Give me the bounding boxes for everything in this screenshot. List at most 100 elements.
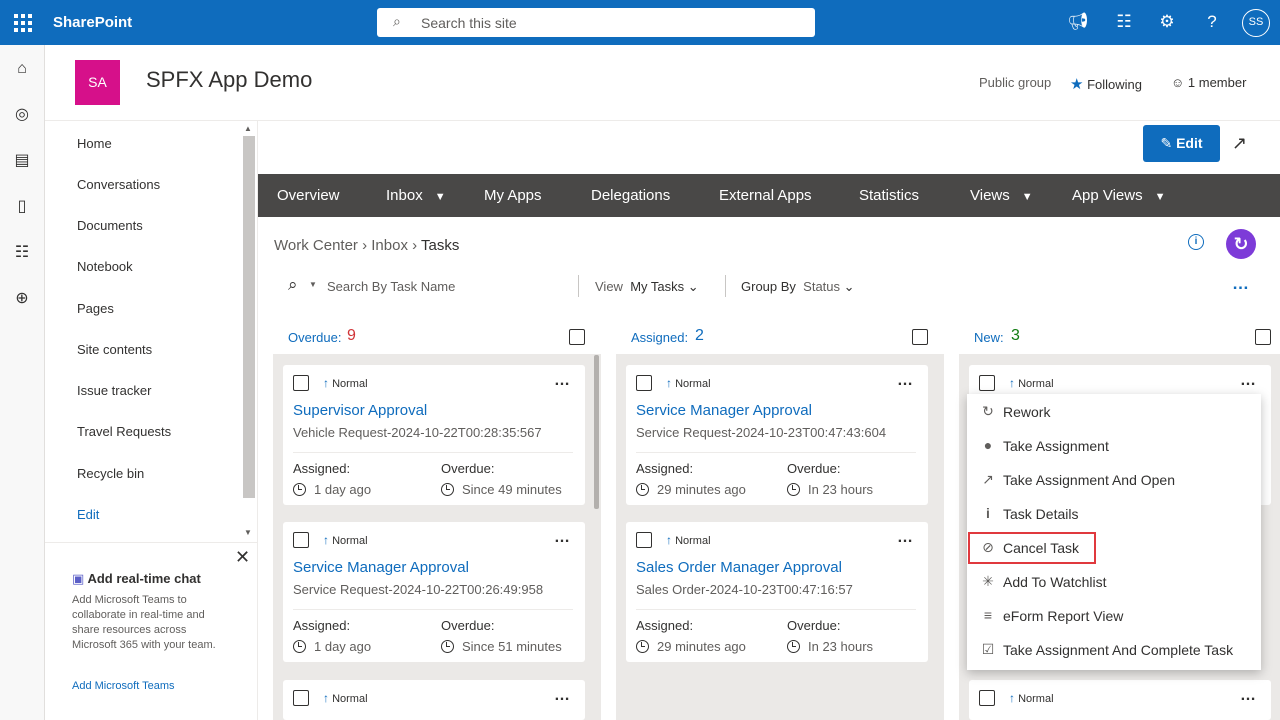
add-teams-link[interactable]: Add Microsoft Teams	[72, 680, 175, 692]
user-avatar[interactable]: SS	[1242, 9, 1270, 37]
overdue-value: In 23 hours	[808, 482, 874, 497]
task-title[interactable]: Service Manager Approval	[293, 559, 469, 576]
task-checkbox[interactable]	[293, 690, 309, 706]
scroll-up-arrow[interactable]: ▲	[244, 124, 252, 133]
task-search-input[interactable]: Search By Task Name	[327, 279, 455, 294]
site-title[interactable]: SPFX App Demo	[146, 67, 312, 93]
menu-delegations[interactable]: Delegations	[591, 187, 670, 204]
refresh-icon: ↻	[982, 403, 994, 419]
nav-item-site-contents[interactable]: Site contents	[77, 342, 152, 357]
view-dropdown[interactable]: View My Tasks ⌄	[595, 279, 699, 295]
members-button[interactable]: ☺ 1 member	[1171, 75, 1246, 90]
task-card[interactable]: ↑ Normal … Service Manager Approval Serv…	[626, 365, 928, 505]
complete-icon: ☑	[981, 641, 995, 657]
nav-item-pages[interactable]: Pages	[77, 301, 114, 316]
task-card[interactable]: ↑ Normal … Sales Order Manager Approval …	[626, 522, 928, 662]
select-all-checkbox[interactable]	[569, 329, 585, 345]
info-icon[interactable]: i	[1188, 234, 1204, 250]
follow-label: Following	[1087, 77, 1142, 92]
task-title[interactable]: Supervisor Approval	[293, 402, 427, 419]
card-more-icon[interactable]: …	[554, 529, 571, 547]
sharepoint-brand[interactable]: SharePoint	[53, 14, 132, 31]
nav-scrollbar[interactable]	[243, 136, 255, 498]
follow-button[interactable]: ★ Following	[1070, 75, 1142, 93]
globe-icon[interactable]: ◎	[12, 105, 32, 125]
document-icon[interactable]: ▯	[12, 197, 32, 217]
card-more-icon[interactable]: …	[897, 372, 914, 390]
menu-statistics[interactable]: Statistics	[859, 187, 919, 204]
task-card[interactable]: ↑ Normal … Service Manager Approval Serv…	[283, 522, 585, 662]
menu-item-cancel-task[interactable]: ⊘ Cancel Task	[967, 531, 1261, 565]
edit-page-button[interactable]: ✎ Edit	[1143, 125, 1220, 162]
app-launcher-icon[interactable]	[14, 14, 32, 32]
menu-external-apps[interactable]: External Apps	[719, 187, 812, 204]
task-card[interactable]: ↑ Normal … Supervisor Approval Vehicle R…	[283, 365, 585, 505]
card-more-icon[interactable]: …	[1240, 372, 1257, 390]
breadcrumb-inbox[interactable]: Inbox	[371, 237, 408, 254]
select-all-checkbox[interactable]	[1255, 329, 1271, 345]
card-more-icon[interactable]: …	[1240, 687, 1257, 705]
site-logo[interactable]: SA	[75, 60, 120, 105]
menu-item-take-assignment[interactable]: ● Take Assignment	[967, 429, 1261, 463]
scroll-down-arrow[interactable]: ▼	[244, 528, 252, 537]
task-checkbox[interactable]	[979, 690, 995, 706]
task-checkbox[interactable]	[979, 375, 995, 391]
card-more-icon[interactable]: …	[554, 687, 571, 705]
info-icon: i	[986, 505, 990, 521]
task-title[interactable]: Service Manager Approval	[636, 402, 812, 419]
more-options-icon[interactable]: …	[1232, 274, 1249, 294]
create-plus-icon[interactable]: ⊕	[12, 289, 32, 309]
priority-badge: ↑ Normal	[323, 533, 368, 547]
assigned-time: 1 day ago	[293, 482, 371, 497]
menu-item-rework[interactable]: ↻ Rework	[967, 395, 1261, 429]
toolbar-divider	[725, 275, 726, 297]
overdue-time: In 23 hours	[787, 639, 873, 654]
nav-edit-link[interactable]: Edit	[77, 507, 99, 522]
menu-views[interactable]: Views ▼	[970, 187, 1033, 204]
menu-item-task-details[interactable]: i Task Details	[967, 497, 1261, 531]
column-scrollbar[interactable]	[594, 355, 599, 509]
task-title[interactable]: Sales Order Manager Approval	[636, 559, 842, 576]
task-card[interactable]: ↑ Normal …	[969, 680, 1271, 720]
menu-my-apps[interactable]: My Apps	[484, 187, 542, 204]
help-icon[interactable]: ?	[1200, 10, 1224, 34]
nav-item-conversations[interactable]: Conversations	[77, 177, 160, 192]
menu-item-eform-report-view[interactable]: ≡ eForm Report View	[967, 599, 1261, 633]
settings-gear-icon[interactable]: ⚙	[1155, 10, 1179, 34]
menu-item-take-assignment-and-open[interactable]: ↗ Take Assignment And Open	[967, 463, 1261, 497]
search-chevron-icon[interactable]: ▼	[309, 280, 317, 289]
nav-item-notebook[interactable]: Notebook	[77, 259, 133, 274]
nav-item-documents[interactable]: Documents	[77, 218, 143, 233]
group-by-dropdown[interactable]: Group By Status ⌄	[741, 279, 855, 295]
menu-overview[interactable]: Overview	[277, 187, 340, 204]
card-more-icon[interactable]: …	[897, 529, 914, 547]
nav-item-recycle-bin[interactable]: Recycle bin	[77, 466, 144, 481]
news-icon[interactable]: ▤	[12, 151, 32, 171]
refresh-icon[interactable]: ↻	[1226, 229, 1256, 259]
task-checkbox[interactable]	[293, 375, 309, 391]
select-all-checkbox[interactable]	[912, 329, 928, 345]
priority-badge: ↑ Normal	[666, 376, 711, 390]
nav-item-issue-tracker[interactable]: Issue tracker	[77, 383, 151, 398]
menu-app-views[interactable]: App Views ▼	[1072, 187, 1166, 204]
share-network-icon[interactable]: ☷	[1112, 10, 1136, 34]
nav-item-home[interactable]: Home	[77, 136, 112, 151]
menu-inbox[interactable]: Inbox ▼	[386, 187, 446, 204]
breadcrumb-work-center[interactable]: Work Center	[274, 237, 358, 254]
task-card[interactable]: ↑ Normal …	[283, 680, 585, 720]
task-checkbox[interactable]	[636, 532, 652, 548]
menu-item-add-to-watchlist[interactable]: ✳ Add To Watchlist	[967, 565, 1261, 599]
megaphone-icon[interactable]: 📢︎	[1066, 10, 1090, 34]
menu-item-take-assignment-and-complete[interactable]: ☑ Take Assignment And Complete Task	[967, 633, 1261, 667]
expand-icon[interactable]: ↗	[1232, 133, 1247, 154]
lists-icon[interactable]: ☷	[12, 243, 32, 263]
site-search-box[interactable]: ⌕ Search this site	[377, 8, 815, 37]
home-icon[interactable]: ⌂	[12, 59, 32, 79]
overdue-time: Since 49 minutes	[441, 482, 562, 497]
assigned-column: Assigned: 2 ↑ Normal … Service Manager A…	[616, 319, 944, 720]
close-icon[interactable]: ✕	[235, 547, 250, 568]
card-more-icon[interactable]: …	[554, 372, 571, 390]
nav-item-travel-requests[interactable]: Travel Requests	[77, 424, 171, 439]
task-checkbox[interactable]	[636, 375, 652, 391]
task-checkbox[interactable]	[293, 532, 309, 548]
